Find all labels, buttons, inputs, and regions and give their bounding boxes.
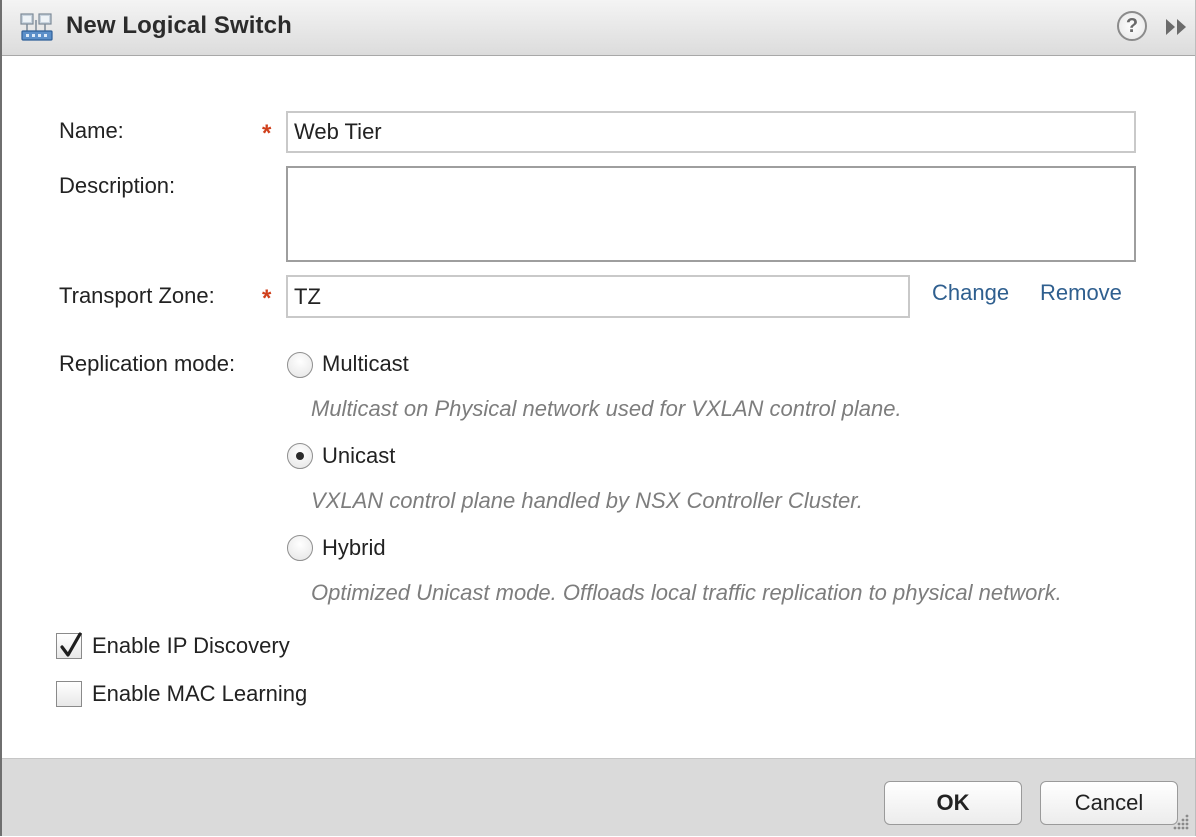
dialog-footer: OK Cancel	[2, 758, 1195, 836]
transport-zone-label: Transport Zone:	[59, 283, 215, 308]
name-required-marker: *	[262, 120, 272, 147]
enable-mac-learning-label[interactable]: Enable MAC Learning	[92, 681, 307, 707]
radio-multicast-label[interactable]: Multicast	[322, 351, 409, 377]
expand-icon[interactable]	[1162, 15, 1192, 39]
checkmark-icon	[60, 632, 82, 657]
name-field[interactable]	[286, 111, 1136, 153]
transport-zone-required-marker: *	[262, 285, 272, 312]
transport-zone-field[interactable]	[286, 275, 910, 318]
unicast-description: VXLAN control plane handled by NSX Contr…	[311, 488, 863, 513]
radio-unicast[interactable]	[287, 443, 313, 469]
logical-switch-icon	[20, 11, 56, 45]
hybrid-description: Optimized Unicast mode. Offloads local t…	[311, 580, 1062, 605]
enable-ip-discovery-checkbox[interactable]	[56, 632, 82, 659]
remove-link[interactable]: Remove	[1040, 280, 1122, 306]
cancel-button[interactable]: Cancel	[1040, 781, 1178, 825]
name-label: Name:	[59, 118, 124, 143]
help-icon[interactable]: ?	[1117, 11, 1147, 41]
radio-hybrid[interactable]	[287, 535, 313, 561]
new-logical-switch-dialog: New Logical Switch ? Name: * Description…	[0, 0, 1196, 836]
dialog-title: New Logical Switch	[66, 12, 292, 39]
radio-unicast-label[interactable]: Unicast	[322, 443, 395, 469]
ok-button[interactable]: OK	[884, 781, 1022, 825]
dialog-titlebar: New Logical Switch ?	[2, 0, 1195, 56]
radio-multicast[interactable]	[287, 352, 313, 378]
enable-ip-discovery-label[interactable]: Enable IP Discovery	[92, 633, 290, 659]
description-field[interactable]	[286, 166, 1136, 262]
multicast-description: Multicast on Physical network used for V…	[311, 396, 902, 421]
resize-grip-icon[interactable]	[1169, 810, 1191, 832]
change-link[interactable]: Change	[932, 280, 1009, 306]
replication-mode-label: Replication mode:	[59, 351, 236, 376]
radio-hybrid-label[interactable]: Hybrid	[322, 535, 386, 561]
description-label: Description:	[59, 173, 176, 198]
enable-mac-learning-checkbox[interactable]	[56, 681, 82, 707]
